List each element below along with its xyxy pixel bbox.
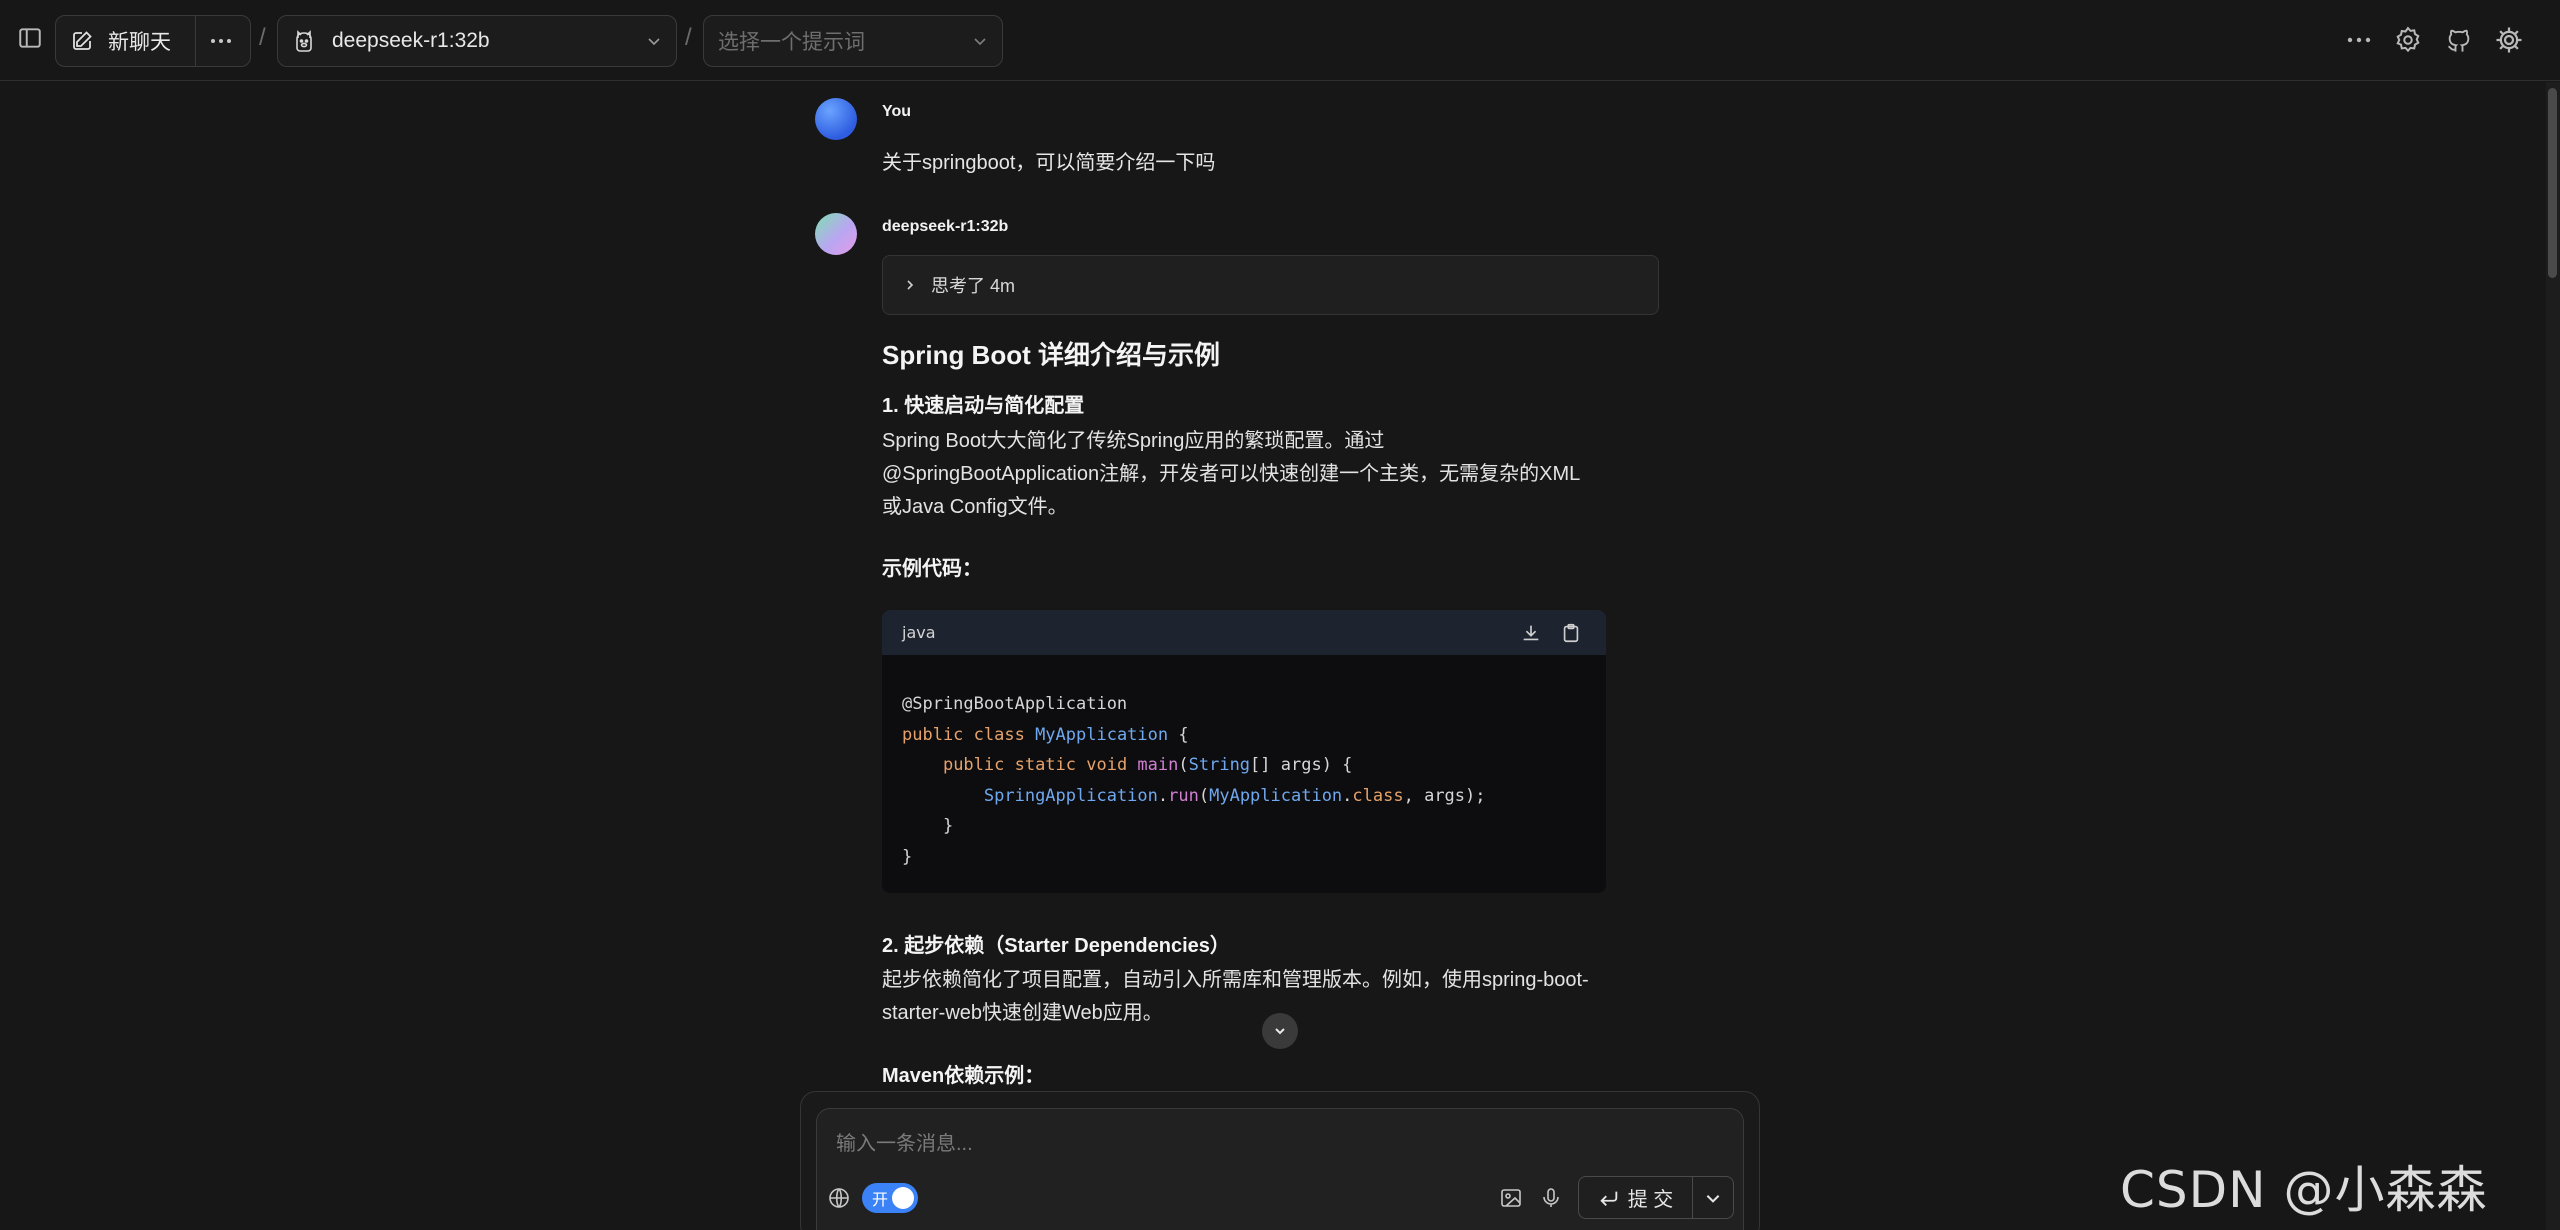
user-message: 关于springboot，可以简要介绍一下吗 bbox=[882, 152, 1216, 174]
submit-button[interactable]: 提 交 bbox=[1579, 1177, 1693, 1218]
section-heading: 1. 快速启动与简化配置 bbox=[882, 395, 1085, 417]
new-chat-button[interactable]: 新聊天 bbox=[55, 15, 251, 67]
model-selector[interactable]: deepseek-r1:32b bbox=[277, 15, 677, 67]
microphone-icon[interactable] bbox=[1539, 1186, 1563, 1210]
section-heading: 2. 起步依赖（Starter Dependencies） bbox=[882, 935, 1230, 957]
chat-settings-icon[interactable] bbox=[2392, 24, 2424, 56]
breadcrumb-separator: / bbox=[259, 24, 266, 51]
csdn-watermark: CSDN @小森森046 bbox=[2120, 1161, 2488, 1230]
paragraph-line: starter-web快速创建Web应用。 bbox=[882, 1002, 1163, 1024]
answer-title: Spring Boot 详细介绍与示例 bbox=[882, 340, 1220, 370]
user-avatar bbox=[815, 98, 857, 140]
new-chat-label: 新聊天 bbox=[108, 31, 171, 54]
settings-icon[interactable] bbox=[2493, 24, 2525, 56]
toggle-knob bbox=[892, 1187, 914, 1209]
assistant-avatar bbox=[815, 213, 857, 255]
submit-label: 提 交 bbox=[1627, 1189, 1674, 1211]
code-line: SpringApplication.run(MyApplication.clas… bbox=[983, 785, 1486, 806]
divider bbox=[195, 16, 196, 66]
chevron-down-icon bbox=[972, 33, 988, 49]
code-line: public class MyApplication { bbox=[902, 724, 1189, 745]
github-icon[interactable] bbox=[2443, 24, 2475, 56]
top-bar: 新聊天 / deepseek-r1:32b / 选择一个提示词 bbox=[0, 0, 2560, 81]
new-chat-icon bbox=[70, 29, 94, 53]
scrollbar-thumb[interactable] bbox=[2548, 88, 2557, 278]
maven-label: Maven依赖示例： bbox=[882, 1065, 1045, 1087]
image-icon[interactable] bbox=[1499, 1186, 1523, 1210]
code-block: java @SpringBootApplication public class … bbox=[882, 610, 1606, 893]
assistant-name: deepseek-r1:32b bbox=[882, 218, 1009, 235]
paragraph-line: 起步依赖简化了项目配置，自动引入所需库和管理版本。例如，使用spring-boo… bbox=[882, 969, 1589, 991]
model-avatar-icon bbox=[292, 28, 316, 54]
copy-icon[interactable] bbox=[1560, 622, 1582, 644]
code-line: public static void main(String[] args) { bbox=[942, 755, 1353, 775]
user-name: You bbox=[882, 103, 912, 120]
model-name: deepseek-r1:32b bbox=[332, 29, 490, 52]
prompt-placeholder: 选择一个提示词 bbox=[718, 31, 865, 54]
download-icon[interactable] bbox=[1520, 622, 1542, 644]
code-line: @SpringBootApplication bbox=[902, 694, 1128, 714]
code-header: java bbox=[882, 610, 1606, 655]
section-paragraph: Spring Boot大大简化了传统Spring应用的繁琐配置。通过 @Spri… bbox=[882, 425, 1602, 524]
submit-group: 提 交 bbox=[1578, 1176, 1734, 1219]
globe-icon[interactable] bbox=[827, 1186, 851, 1210]
paragraph-line: @SpringBootApplication注解，开发者可以快速创建一个主类，无… bbox=[882, 463, 1581, 485]
prompt-selector[interactable]: 选择一个提示词 bbox=[703, 15, 1003, 67]
code-line: } bbox=[902, 846, 913, 867]
chevron-down-icon bbox=[646, 33, 662, 49]
paragraph-line: 或Java Config文件。 bbox=[882, 496, 1068, 518]
code-language: java bbox=[902, 623, 936, 642]
breadcrumb-separator: / bbox=[685, 24, 692, 51]
chevron-right-icon bbox=[903, 278, 917, 292]
section-paragraph: 起步依赖简化了项目配置，自动引入所需库和管理版本。例如，使用spring-boo… bbox=[882, 964, 1602, 1030]
web-search-toggle[interactable]: 开 bbox=[862, 1183, 918, 1213]
code-line: } bbox=[902, 816, 954, 836]
code-content: @SpringBootApplication public class MyApp… bbox=[882, 655, 1606, 872]
thinking-toggle[interactable]: 思考了 4m bbox=[882, 255, 1659, 315]
more-options-icon[interactable] bbox=[2343, 26, 2375, 54]
paragraph-line: Spring Boot大大简化了传统Spring应用的繁琐配置。通过 bbox=[882, 430, 1385, 452]
more-icon[interactable] bbox=[208, 29, 234, 53]
toggle-label: 开 bbox=[872, 1192, 889, 1209]
chevron-down-icon bbox=[1706, 1194, 1720, 1203]
message-input[interactable] bbox=[836, 1127, 1716, 1161]
thinking-label: 思考了 4m bbox=[931, 276, 1016, 296]
submit-options-button[interactable] bbox=[1693, 1189, 1733, 1207]
example-label: 示例代码： bbox=[882, 558, 982, 580]
sidebar-toggle-icon[interactable] bbox=[14, 22, 46, 54]
chevron-down-icon bbox=[1275, 1028, 1285, 1035]
enter-icon bbox=[1598, 1187, 1620, 1209]
scroll-to-bottom-button[interactable] bbox=[1262, 1013, 1298, 1049]
